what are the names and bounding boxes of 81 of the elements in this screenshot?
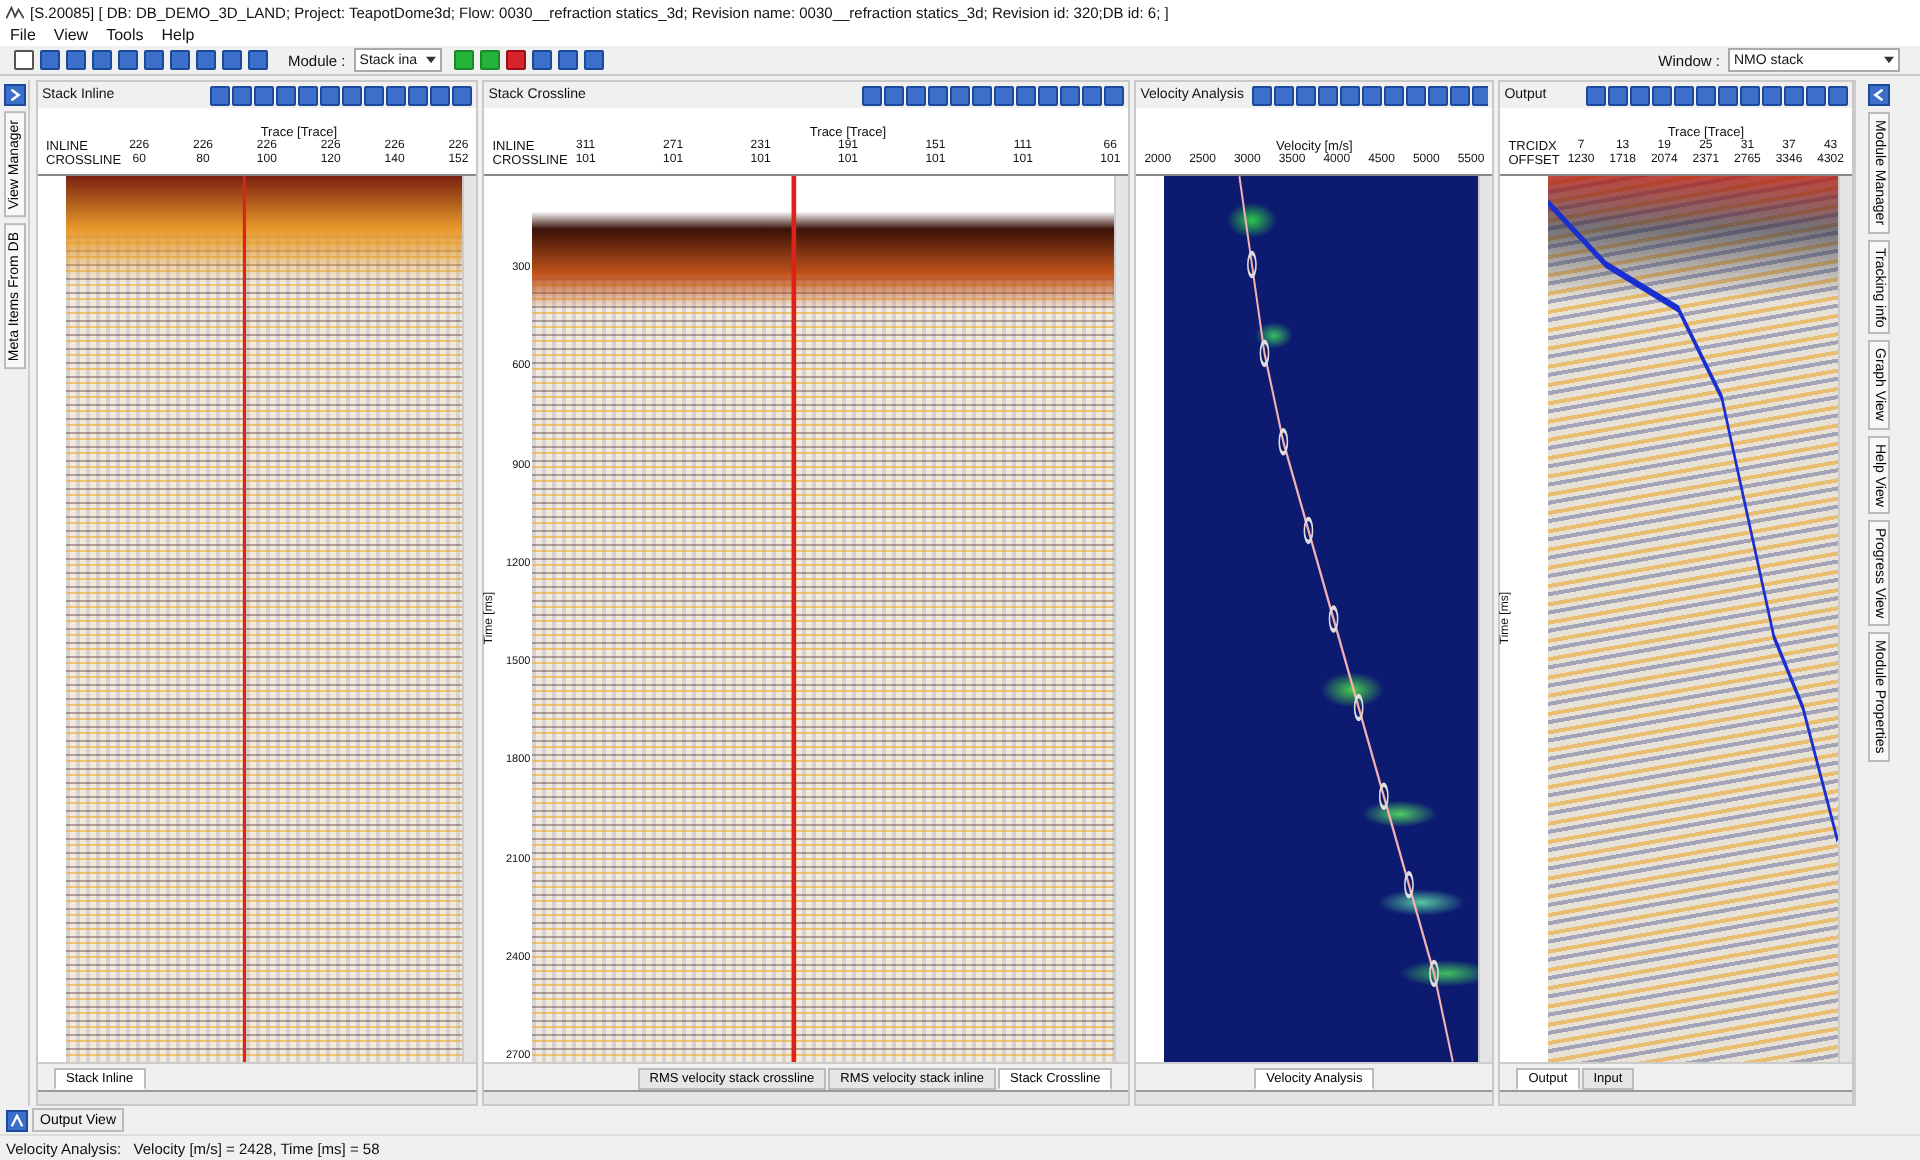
- view-tool-button[interactable]: [1317, 85, 1338, 105]
- run-button[interactable]: [453, 49, 476, 71]
- view-tool-button[interactable]: [1361, 85, 1382, 105]
- toolbar-button[interactable]: [142, 49, 164, 71]
- view-tool-button[interactable]: [1471, 85, 1489, 105]
- view-tool-button[interactable]: [1082, 85, 1103, 105]
- vertical-scrollbar[interactable]: [1478, 176, 1493, 1062]
- horizontal-scrollbar[interactable]: [38, 1090, 477, 1104]
- view-tool-button[interactable]: [320, 85, 341, 105]
- view-tool-button[interactable]: [254, 85, 275, 105]
- toolbar-button[interactable]: [90, 49, 112, 71]
- view-tool-button[interactable]: [1038, 85, 1059, 105]
- view-tool-button[interactable]: [1718, 85, 1738, 105]
- view-tool-button[interactable]: [364, 85, 385, 105]
- caret-icon: [425, 56, 436, 64]
- view-tool-button[interactable]: [342, 85, 363, 105]
- view-tool-button[interactable]: [950, 85, 971, 105]
- vertical-scrollbar[interactable]: [1114, 176, 1129, 1062]
- view-tool-button[interactable]: [1016, 85, 1037, 105]
- collapse-dock-button[interactable]: [1868, 84, 1890, 106]
- app-logo-icon: [6, 5, 24, 19]
- view-tool-button[interactable]: [1383, 85, 1404, 105]
- toolbar-button[interactable]: [220, 49, 242, 71]
- view-tool-button[interactable]: [1405, 85, 1426, 105]
- view-tool-button[interactable]: [276, 85, 297, 105]
- view-tool-button[interactable]: [1630, 85, 1650, 105]
- view-tool-button[interactable]: [1449, 85, 1470, 105]
- view-tool-button[interactable]: [928, 85, 949, 105]
- view-tool-button[interactable]: [884, 85, 905, 105]
- view-tool-button[interactable]: [1828, 85, 1848, 105]
- run-step-button[interactable]: [479, 49, 502, 71]
- view-tool-button[interactable]: [862, 85, 883, 105]
- toolbar-button[interactable]: [194, 49, 216, 71]
- menu-item[interactable]: Help: [161, 26, 195, 44]
- view-tool-button[interactable]: [1295, 85, 1316, 105]
- toolbar-button[interactable]: [116, 49, 138, 71]
- horizontal-scrollbar[interactable]: [1500, 1090, 1852, 1104]
- horizontal-scrollbar[interactable]: [1136, 1090, 1493, 1104]
- toolbar-button[interactable]: [64, 49, 86, 71]
- vertical-scrollbar[interactable]: [1838, 176, 1852, 1062]
- view-tool-button[interactable]: [298, 85, 319, 105]
- view-tool-button[interactable]: [1251, 85, 1272, 105]
- view-tool-button[interactable]: [408, 85, 429, 105]
- view-tool-button[interactable]: [430, 85, 451, 105]
- view-tool-button[interactable]: [1060, 85, 1081, 105]
- view-tool-button[interactable]: [1339, 85, 1360, 105]
- toolbar-button[interactable]: [6, 1109, 28, 1131]
- toolbar-button[interactable]: [38, 49, 60, 71]
- view-tool-button[interactable]: [1696, 85, 1716, 105]
- toolbar-button[interactable]: [12, 49, 34, 71]
- toolbar-button[interactable]: [557, 49, 580, 71]
- menu-item[interactable]: File: [10, 26, 36, 44]
- toolbar-button[interactable]: [531, 49, 554, 71]
- view-tool-button[interactable]: [1740, 85, 1760, 105]
- view-tool-button[interactable]: [994, 85, 1015, 105]
- view-tool-button[interactable]: [1762, 85, 1782, 105]
- view-tool-button[interactable]: [1806, 85, 1826, 105]
- view-tool-button[interactable]: [452, 85, 473, 105]
- vertical-scrollbar[interactable]: [462, 176, 477, 1062]
- view-tool-button[interactable]: [1608, 85, 1628, 105]
- caret-icon: [1884, 56, 1894, 64]
- view-tool-button[interactable]: [210, 85, 231, 105]
- toolbar-button[interactable]: [246, 49, 268, 71]
- view-tool-button[interactable]: [1104, 85, 1125, 105]
- view-tool-button[interactable]: [906, 85, 927, 105]
- view-tool-button[interactable]: [1784, 85, 1804, 105]
- stop-button[interactable]: [505, 49, 528, 71]
- view-tool-button[interactable]: [386, 85, 407, 105]
- horizontal-scrollbar[interactable]: [484, 1090, 1129, 1104]
- view-tool-button[interactable]: [1427, 85, 1448, 105]
- view-tool-button[interactable]: [972, 85, 993, 105]
- menu-item[interactable]: Tools: [106, 26, 144, 44]
- expand-dock-button[interactable]: [3, 84, 25, 106]
- toolbar-button[interactable]: [168, 49, 190, 71]
- view-tool-button[interactable]: [1273, 85, 1294, 105]
- menu-item[interactable]: View: [53, 26, 89, 44]
- view-tool-button[interactable]: [232, 85, 253, 105]
- view-tool-button[interactable]: [1586, 85, 1606, 105]
- view-tool-button[interactable]: [1652, 85, 1672, 105]
- view-tool-button[interactable]: [1674, 85, 1694, 105]
- toolbar-button[interactable]: [583, 49, 606, 71]
